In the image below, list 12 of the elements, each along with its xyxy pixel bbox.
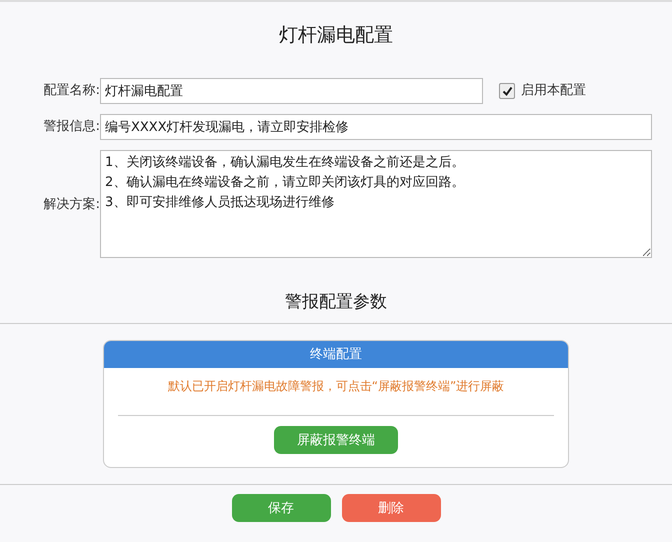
field-label: 警报信息: — [42, 118, 100, 136]
text-field[interactable]: 编号XXXX灯杆发现漏电，请立即安排检修 — [100, 114, 652, 140]
card-header: 终端配置 — [104, 341, 568, 368]
field-label: 解决方案: — [42, 196, 100, 214]
checkbox[interactable] — [499, 83, 515, 99]
solution-textarea[interactable]: 1、关闭该终端设备，确认漏电发生在终端设备之前还是之后。 2、确认漏电在终端设备之前，请立即关闭该灯具的对应回路。 3、即可安排维修人员抵达现场进行维修 — [100, 150, 652, 258]
notice-text: 默认已开启灯杆漏电故障警报，可点击“屏蔽报警终端”进行屏蔽 — [166, 378, 506, 395]
page-title: 灯杆漏电配置 — [278, 23, 394, 48]
section-title: 警报配置参数 — [284, 291, 388, 314]
field-label: 配置名称: — [42, 82, 100, 100]
text-field[interactable]: 灯杆漏电配置 — [100, 78, 483, 104]
checkbox-label: 启用本配置 — [521, 82, 586, 100]
